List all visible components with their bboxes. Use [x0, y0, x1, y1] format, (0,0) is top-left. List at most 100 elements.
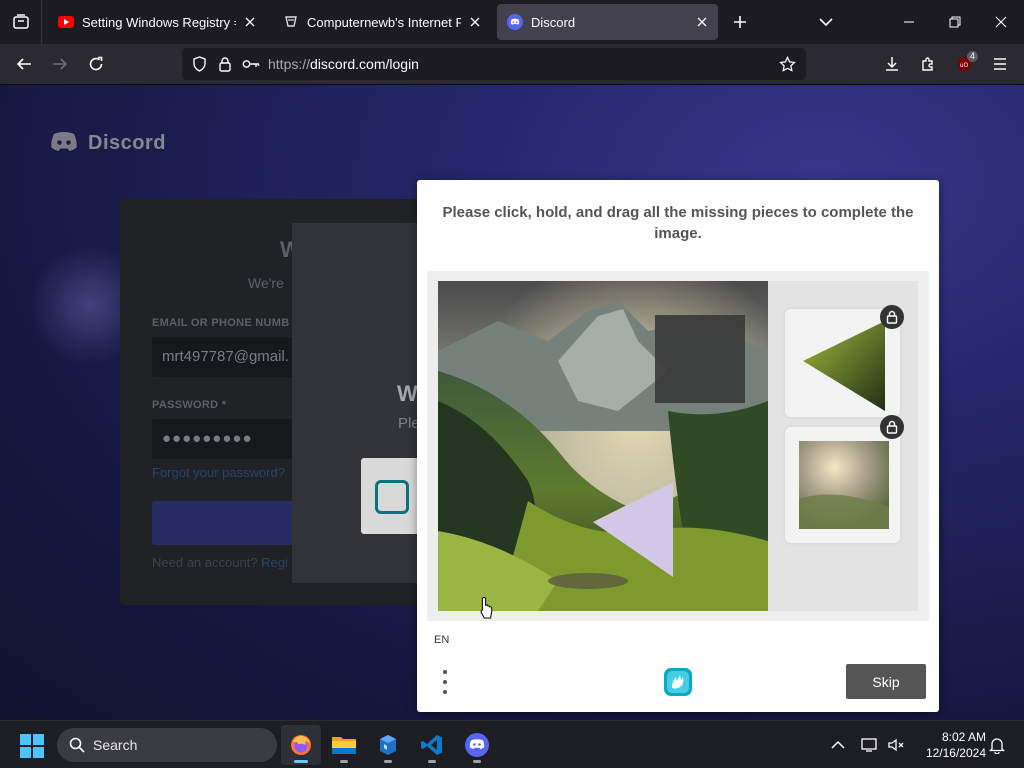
tab-title: Setting Windows Registry = 105 — [82, 14, 236, 30]
close-icon — [995, 16, 1007, 28]
youtube-icon — [58, 16, 74, 28]
puzzle-image[interactable] — [438, 281, 768, 611]
restore-button[interactable] — [932, 0, 978, 44]
discord-icon — [507, 14, 523, 30]
url-host: discord.com/login — [310, 56, 419, 72]
forward-button[interactable] — [44, 48, 76, 80]
plus-icon — [734, 16, 746, 28]
minimize-icon — [904, 21, 914, 23]
network-icon — [861, 738, 877, 752]
captcha-challenge-dialog: Please click, hold, and drag all the mis… — [417, 180, 939, 712]
bookmark-star-button[interactable] — [774, 48, 800, 80]
captcha-menu-button[interactable] — [435, 668, 455, 696]
taskbar-file-explorer[interactable] — [324, 725, 364, 765]
search-placeholder: Search — [93, 737, 138, 753]
skip-button[interactable]: Skip — [846, 664, 926, 699]
close-tab-button[interactable] — [242, 14, 258, 30]
lock-icon — [880, 305, 904, 329]
captcha-prompt: Please click, hold, and drag all the mis… — [442, 204, 914, 242]
firefox-icon — [291, 735, 311, 755]
square-piece-image — [799, 441, 889, 529]
back-button[interactable] — [8, 48, 40, 80]
close-window-button[interactable] — [978, 0, 1024, 44]
running-indicator — [340, 760, 348, 763]
system-clock[interactable]: 8:02 AM 12/16/2024 — [914, 729, 986, 761]
page-content: Discord W We're EMAIL OR PHONE NUMB mrt4… — [0, 85, 1024, 720]
reload-icon — [89, 56, 103, 71]
pub-icon — [285, 16, 297, 27]
vscode-icon — [421, 735, 442, 755]
chevron-up-icon — [831, 740, 845, 749]
puzzle-piece-square[interactable] — [785, 427, 900, 543]
pieces-tray — [768, 281, 918, 611]
list-all-tabs-button[interactable] — [810, 6, 842, 38]
ublock-origin-button[interactable]: uO 4 — [948, 48, 980, 80]
navigation-toolbar: https://discord.com/login uO 4 — [0, 44, 1024, 85]
network-status-button[interactable] — [860, 735, 880, 755]
taskbar-discord[interactable] — [457, 725, 497, 765]
tab-discord[interactable]: Discord — [497, 4, 718, 40]
dot — [443, 690, 447, 694]
cube-app-icon — [380, 735, 396, 755]
folder-icon — [332, 737, 356, 754]
volume-button[interactable] — [886, 735, 906, 755]
lock-icon[interactable] — [212, 48, 238, 80]
taskbar-app-3[interactable] — [368, 725, 408, 765]
url-protocol: https:// — [268, 56, 311, 72]
dot — [443, 680, 447, 684]
tab-title: Computernewb's Internet Pub — [307, 14, 461, 30]
active-indicator — [294, 760, 308, 763]
taskbar-search[interactable]: Search — [57, 728, 277, 762]
new-tab-button[interactable] — [724, 6, 756, 38]
url-bar[interactable]: https://discord.com/login — [182, 48, 806, 80]
tab-strip: Setting Windows Registry = 105 Computern… — [0, 0, 1024, 44]
taskbar-firefox[interactable] — [281, 725, 321, 765]
taskbar-vscode[interactable] — [412, 725, 452, 765]
discord-icon — [465, 733, 489, 757]
close-icon — [245, 17, 255, 27]
running-indicator — [473, 760, 481, 763]
speaker-muted-icon — [888, 738, 904, 752]
app-menu-button[interactable] — [984, 48, 1016, 80]
hamburger-menu-icon — [994, 58, 1006, 70]
puzzle-piece-icon — [922, 57, 933, 71]
close-icon — [470, 17, 480, 27]
tab-title: Discord — [531, 14, 576, 30]
extension-badge: 4 — [966, 51, 978, 62]
extensions-button[interactable] — [912, 48, 944, 80]
chevron-down-icon — [819, 18, 833, 27]
close-icon — [697, 17, 707, 27]
lock-icon — [880, 415, 904, 439]
dot — [443, 670, 447, 674]
notifications-button[interactable] — [987, 735, 1007, 755]
show-hidden-icons-button[interactable] — [828, 735, 848, 755]
tab-youtube[interactable]: Setting Windows Registry = 105 — [48, 4, 266, 40]
hand-cursor-icon — [480, 596, 493, 619]
close-tab-button[interactable] — [467, 14, 483, 30]
tab-internet-pub[interactable]: Computernewb's Internet Pub — [273, 4, 491, 40]
reload-button[interactable] — [80, 48, 112, 80]
search-icon — [69, 737, 85, 753]
tab-list-icon — [12, 14, 29, 29]
svg-text:uO: uO — [960, 62, 969, 69]
key-icon[interactable] — [238, 48, 264, 80]
windows-start-icon[interactable] — [20, 734, 44, 758]
running-indicator — [384, 760, 392, 763]
restore-icon — [949, 16, 961, 28]
url-text[interactable]: https://discord.com/login — [268, 56, 419, 72]
language-selector[interactable]: EN — [434, 634, 449, 646]
clock-time: 8:02 AM — [941, 730, 986, 744]
hcaptcha-logo-icon — [664, 668, 692, 696]
download-icon — [886, 57, 898, 71]
star-icon — [778, 55, 796, 72]
arrow-left-icon — [16, 58, 31, 70]
windows-taskbar: Search 8:02 AM 12/16/2024 — [0, 720, 1024, 768]
minimize-button[interactable] — [886, 0, 932, 44]
shield-icon[interactable] — [186, 48, 212, 80]
clock-date: 12/16/2024 — [925, 746, 986, 760]
running-indicator — [428, 760, 436, 763]
bell-icon — [989, 737, 1005, 754]
tab-list-button[interactable] — [0, 0, 42, 44]
close-tab-button[interactable] — [694, 14, 710, 30]
downloads-button[interactable] — [876, 48, 908, 80]
